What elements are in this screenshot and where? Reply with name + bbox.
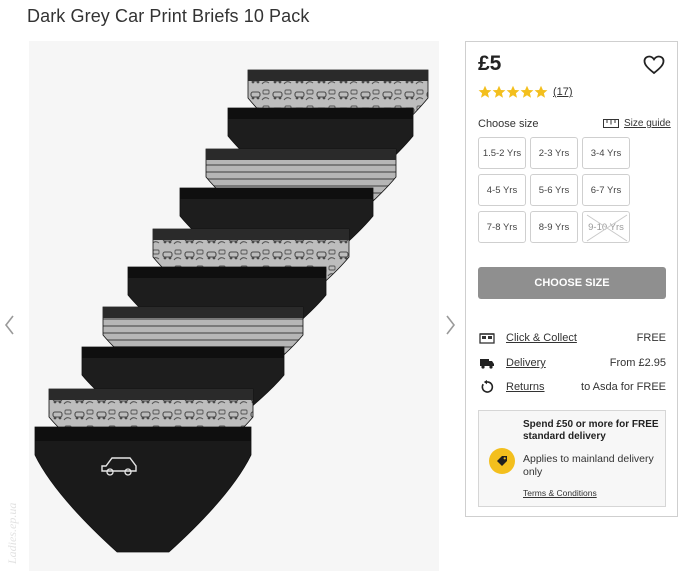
delivery-promo: Spend £50 or more for FREE standard deli… [478,410,666,507]
choose-size-label: Choose size [478,118,539,130]
star-icon [520,85,534,98]
size-option[interactable]: 2-3 Yrs [530,137,578,169]
size-option[interactable]: 7-8 Yrs [478,211,526,243]
click-collect-value: FREE [636,332,666,344]
size-guide-link[interactable]: Size guide [603,118,671,129]
gallery-prev-button[interactable] [3,312,17,338]
click-collect-row: Click & Collect FREE [478,330,666,346]
size-option-label: 6-7 Yrs [590,184,622,196]
gallery-next-button[interactable] [443,312,457,338]
chevron-left-icon [4,315,14,335]
returns-link[interactable]: Returns [506,381,545,393]
size-option[interactable]: 1.5-2 Yrs [478,137,526,169]
size-option[interactable]: 3-4 Yrs [582,137,630,169]
size-option[interactable]: 8-9 Yrs [530,211,578,243]
product-panel: £5 (17) Choose size Size guide 1.5-2 Yrs… [465,41,678,517]
promo-headline: Spend £50 or more for FREE standard deli… [523,419,659,442]
size-option-label: 5-6 Yrs [538,184,570,196]
returns-value: to Asda for FREE [581,381,666,393]
choose-size-button[interactable]: CHOOSE SIZE [478,267,666,299]
size-option: 9-10 Yrs [582,211,630,243]
star-icon [492,85,506,98]
click-collect-link[interactable]: Click & Collect [506,332,577,344]
svg-text:Ladies.ep.ua: Ladies.ep.ua [5,503,19,565]
size-grid: 1.5-2 Yrs 2-3 Yrs 3-4 Yrs 4-5 Yrs 5-6 Yrs 6-7… [478,137,630,243]
size-option[interactable]: 6-7 Yrs [582,174,630,206]
promo-body: Applies to mainland delivery only [523,453,654,478]
delivery-link[interactable]: Delivery [506,357,546,369]
wishlist-heart-icon[interactable] [643,55,665,75]
truck-icon [478,355,496,371]
size-option-label: 4-5 Yrs [486,184,518,196]
delivery-value: From £2.95 [609,357,666,369]
store-icon [478,330,496,346]
returns-icon [478,379,496,395]
size-option-label: 8-9 Yrs [538,221,570,233]
star-icon [506,85,520,98]
size-option-label: 3-4 Yrs [590,147,622,159]
size-option[interactable]: 4-5 Yrs [478,174,526,206]
price: £5 [478,52,502,75]
size-option-label: 1.5-2 Yrs [482,147,522,159]
page-title: Dark Grey Car Print Briefs 10 Pack [27,6,310,26]
returns-row: Returns to Asda for FREE [478,379,666,395]
brief-item [34,426,252,553]
delivery-row: Delivery From £2.95 [478,355,666,371]
star-icon [534,85,548,98]
chevron-right-icon [446,315,456,335]
terms-link[interactable]: Terms & Conditions [523,488,597,498]
star-icon [478,85,492,98]
size-option-label: 7-8 Yrs [486,221,518,233]
watermark: Ladies.ep.ua [5,503,19,565]
size-option-label: 2-3 Yrs [538,147,570,159]
reviews-link[interactable]: (17) [553,86,573,98]
tag-icon [489,448,515,474]
rating: (17) [478,85,573,99]
size-option[interactable]: 5-6 Yrs [530,174,578,206]
ruler-icon [603,119,619,128]
product-image [29,41,439,571]
size-guide-label: Size guide [624,118,671,129]
unavailable-cross-icon [586,214,628,242]
